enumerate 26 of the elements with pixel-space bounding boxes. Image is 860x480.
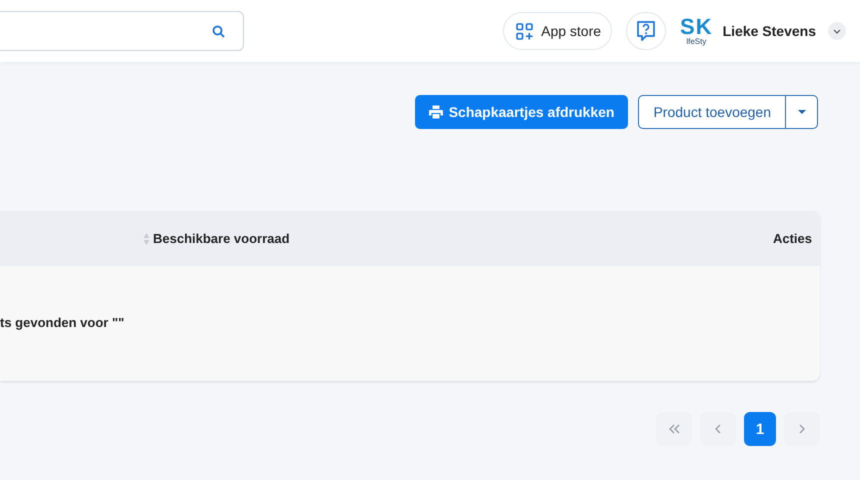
previous-page-button[interactable] [700,412,736,446]
app-store-button[interactable]: App store [503,12,612,50]
printer-icon [428,105,443,119]
user-menu-button[interactable] [828,22,846,40]
chevron-left-icon [715,424,721,434]
add-product-button[interactable]: Product toevoegen [639,96,785,128]
caret-icon [798,110,806,114]
page-button[interactable]: 1 [744,412,776,446]
help-chat-icon [636,20,656,42]
print-button[interactable]: Schapkaartjes afdrukken [414,95,628,129]
search-icon [212,24,225,38]
chevron-down-icon [833,28,841,34]
empty-message: ts gevonden voor "" [0,315,124,330]
next-page-button[interactable] [784,412,820,446]
sort-icon[interactable] [143,232,150,246]
search-field[interactable] [0,11,244,51]
grid-plus-icon [516,22,534,40]
column-header: Beschikbare voorraad [153,231,290,246]
column-header: Acties [772,231,812,246]
logo-text: SK [680,16,713,38]
user-name: Lieke Stevens [722,23,816,39]
help-button[interactable] [626,12,666,50]
double-chevron-left-icon [668,424,680,434]
chevron-right-icon [799,424,805,434]
logo-subtitle: lfeSty [686,38,706,46]
first-page-button[interactable] [656,412,692,446]
